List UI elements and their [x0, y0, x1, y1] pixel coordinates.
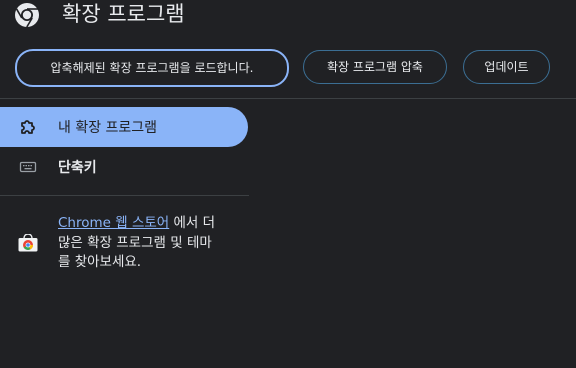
sidebar-item-my-extensions[interactable]: 내 확장 프로그램 — [0, 107, 248, 147]
chrome-web-store-icon[interactable] — [18, 234, 38, 252]
page-header: 확장 프로그램 — [0, 0, 576, 30]
promo-text-line3: 를 찾아보세요. — [58, 254, 142, 270]
sidebar-item-shortcuts[interactable]: 단축키 — [0, 147, 248, 187]
pack-extension-button[interactable]: 확장 프로그램 압축 — [303, 50, 447, 84]
promo-text-line1: 에서 더 — [173, 215, 216, 231]
sidebar-item-label: 내 확장 프로그램 — [58, 120, 158, 136]
chrome-logo-icon — [15, 3, 39, 28]
chrome-web-store-link[interactable]: Chrome 웹 스토어 — [58, 215, 169, 231]
update-button[interactable]: 업데이트 — [463, 50, 550, 84]
promo-text-line2: 많은 확장 프로그램 및 테마 — [58, 234, 212, 251]
page-title: 확장 프로그램 — [62, 2, 185, 26]
toolbar-divider — [0, 98, 576, 99]
sidebar-item-label: 단축키 — [58, 160, 97, 176]
load-unpacked-button[interactable]: 압축해제된 확장 프로그램을 로드합니다. — [15, 49, 289, 87]
sidebar-divider — [0, 195, 249, 196]
web-store-promo: Chrome 웹 스토어 에서 더 많은 확장 프로그램 및 테마 를 찾아보세… — [58, 214, 236, 273]
keyboard-icon — [19, 161, 37, 173]
puzzle-icon — [21, 120, 35, 134]
developer-toolbar: 압축해제된 확장 프로그램을 로드합니다. 확장 프로그램 압축 업데이트 — [0, 48, 576, 90]
